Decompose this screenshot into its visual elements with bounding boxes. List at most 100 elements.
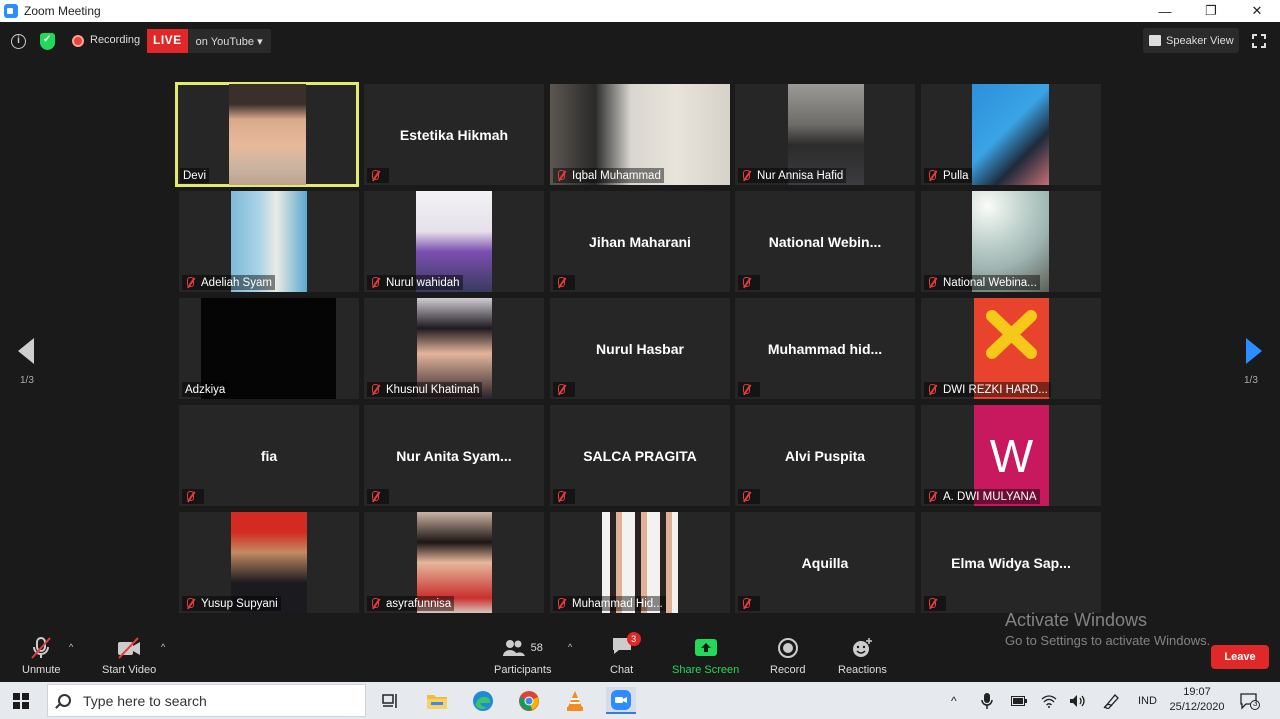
speaker-view-button[interactable]: Speaker View: [1143, 28, 1239, 53]
participant-tile[interactable]: Estetika Hikmah: [364, 84, 544, 185]
participant-tile[interactable]: Aquilla: [735, 512, 915, 613]
muted-mic-icon: [927, 384, 937, 395]
chat-badge: 3: [626, 632, 641, 646]
edge-browser-icon[interactable]: [468, 687, 498, 714]
microphone-tray-icon[interactable]: [981, 682, 993, 719]
participant-name-label: [553, 489, 575, 504]
participant-name-label: [738, 382, 760, 397]
volume-icon[interactable]: [1069, 682, 1087, 719]
participant-name: Jihan Maharani: [589, 233, 691, 250]
participant-name-label: [553, 382, 575, 397]
participant-name-label: National Webina...: [924, 275, 1040, 290]
taskbar-clock[interactable]: 19:07 25/12/2020: [1164, 685, 1230, 715]
participant-tile[interactable]: fia: [179, 405, 359, 506]
participant-tile[interactable]: Muhammad Hid...: [550, 512, 730, 613]
participant-tile[interactable]: Jihan Maharani: [550, 191, 730, 292]
windows-start-icon[interactable]: [13, 693, 29, 709]
security-shield-icon[interactable]: [40, 33, 55, 50]
battery-icon[interactable]: [1011, 682, 1027, 719]
participant-tile[interactable]: DWI REZKI HARD...: [921, 298, 1101, 399]
participants-button[interactable]: 58 Participants: [494, 636, 551, 676]
muted-mic-icon: [556, 277, 566, 288]
pen-input-icon[interactable]: [1103, 682, 1121, 719]
page-indicator-right: 1/3: [1244, 375, 1258, 386]
participant-name-label: Iqbal Muhammad: [553, 168, 664, 183]
participant-tile[interactable]: Nur Annisa Hafid: [735, 84, 915, 185]
taskbar-search-box[interactable]: Type here to search: [47, 684, 366, 717]
participants-caret-icon[interactable]: ^: [568, 642, 572, 652]
participant-tile[interactable]: asyrafunnisa: [364, 512, 544, 613]
participant-tile[interactable]: Adzkiya: [179, 298, 359, 399]
participant-name-label: [553, 275, 575, 290]
next-page-arrow-icon[interactable]: [1246, 338, 1262, 364]
muted-mic-icon: [741, 277, 751, 288]
live-target[interactable]: on YouTube ▾: [188, 29, 271, 53]
notification-count: 3: [1253, 699, 1258, 708]
live-stream-control[interactable]: LIVE on YouTube ▾: [147, 29, 271, 53]
meeting-topbar: i Recording LIVE on YouTube ▾ Speaker Vi…: [0, 22, 1280, 60]
video-off-icon: [118, 637, 141, 659]
participant-name-label: Muhammad Hid...: [553, 596, 666, 611]
participant-tile[interactable]: Iqbal Muhammad: [550, 84, 730, 185]
participant-tile[interactable]: Elma Widya Sap...: [921, 512, 1101, 613]
participant-tile[interactable]: Nurul Hasbar: [550, 298, 730, 399]
show-hidden-icons-icon[interactable]: ^: [951, 682, 957, 719]
muted-mic-icon: [370, 277, 380, 288]
info-icon[interactable]: i: [11, 34, 26, 49]
share-screen-button[interactable]: Share Screen: [672, 636, 739, 676]
unmute-button[interactable]: Unmute: [22, 636, 61, 676]
previous-page-arrow-icon[interactable]: [18, 338, 34, 364]
participants-count: 58: [530, 642, 543, 654]
participant-name: Aquilla: [801, 554, 849, 571]
participant-tile[interactable]: Khusnul Khatimah: [364, 298, 544, 399]
audio-options-caret-icon[interactable]: ^: [69, 642, 73, 652]
participant-name-label: [367, 489, 389, 504]
vlc-player-icon[interactable]: [560, 687, 590, 714]
participant-tile[interactable]: Muhammad hid...: [735, 298, 915, 399]
windows-taskbar: Type here to search ^ IND 19:07 25/12/20…: [0, 682, 1280, 719]
reactions-button[interactable]: Reactions: [838, 636, 887, 676]
participant-name-label: A. DWI MULYANA: [924, 489, 1040, 504]
fullscreen-icon[interactable]: [1252, 34, 1266, 48]
task-view-icon[interactable]: [375, 687, 405, 714]
participant-name-label: [738, 275, 760, 290]
leave-button[interactable]: Leave: [1211, 645, 1269, 669]
participant-tile[interactable]: Devi: [175, 82, 359, 187]
chrome-browser-icon[interactable]: [514, 687, 544, 714]
restore-button[interactable]: ❐: [1188, 0, 1234, 22]
start-video-button[interactable]: Start Video: [102, 636, 156, 676]
participant-name-label: [182, 489, 204, 504]
chat-button[interactable]: 3 Chat: [610, 632, 641, 676]
participant-name: SALCA PRAGITA: [583, 447, 697, 464]
participant-tile[interactable]: Adeliah Syam: [179, 191, 359, 292]
participant-tile[interactable]: Alvi Puspita: [735, 405, 915, 506]
muted-mic-icon: [927, 277, 937, 288]
meeting-area: i Recording LIVE on YouTube ▾ Speaker Vi…: [0, 22, 1280, 682]
notification-center-icon[interactable]: 3: [1240, 682, 1264, 719]
participant-name-label: Yusup Supyani: [182, 596, 281, 611]
microphone-muted-icon: [31, 637, 52, 659]
minimize-button[interactable]: —: [1142, 0, 1188, 22]
participant-tile[interactable]: Nur Anita Syam...: [364, 405, 544, 506]
muted-mic-icon: [927, 491, 937, 502]
muted-mic-icon: [370, 384, 380, 395]
participant-tile[interactable]: SALCA PRAGITA: [550, 405, 730, 506]
participant-tile[interactable]: National Webin...: [735, 191, 915, 292]
input-language[interactable]: IND: [1138, 682, 1157, 719]
participant-tile[interactable]: Nurul wahidah: [364, 191, 544, 292]
muted-mic-icon: [185, 491, 195, 502]
participant-tile[interactable]: Yusup Supyani: [179, 512, 359, 613]
muted-mic-icon: [927, 598, 937, 609]
participant-name: Muhammad hid...: [767, 340, 883, 357]
record-button[interactable]: Record: [770, 636, 805, 676]
video-options-caret-icon[interactable]: ^: [161, 642, 165, 652]
activate-windows-title: Activate Windows: [1005, 610, 1148, 630]
zoom-taskbar-icon[interactable]: [606, 687, 636, 714]
participant-tile[interactable]: W A. DWI MULYANA: [921, 405, 1101, 506]
close-button[interactable]: ✕: [1234, 0, 1280, 22]
participant-tile[interactable]: National Webina...: [921, 191, 1101, 292]
x-logo-icon: [986, 310, 1037, 359]
file-explorer-icon[interactable]: [422, 687, 452, 714]
wifi-icon[interactable]: [1041, 682, 1057, 719]
participant-tile[interactable]: Pulla: [921, 84, 1101, 185]
